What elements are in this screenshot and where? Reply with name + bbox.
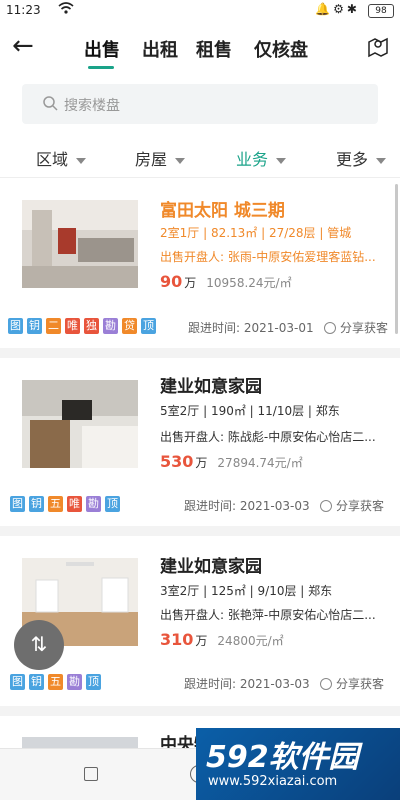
tag-badge: 二	[46, 318, 61, 334]
search-bar[interactable]: 搜索楼盘	[22, 84, 378, 124]
tag-badge: 五	[48, 674, 63, 690]
tag-badge: 唯	[67, 496, 82, 512]
filter-more[interactable]: 更多	[336, 146, 387, 170]
chevron-down-icon	[376, 157, 387, 164]
listing-title: 建业如意家园	[160, 377, 262, 397]
share-button[interactable]: 分享获客	[320, 497, 384, 514]
filter-house[interactable]: 房屋	[135, 146, 186, 170]
price-unit: 万	[195, 634, 208, 648]
recent-apps-icon[interactable]	[84, 767, 98, 781]
filter-business[interactable]: 业务	[236, 146, 287, 170]
top-nav: ← 出售 出租 租售 仅核盘	[0, 22, 400, 80]
filter-business-label: 业务	[236, 150, 269, 169]
listing-info: 5室2厅 | 190㎡ | 11/10层 | 郑东	[160, 404, 340, 418]
listing-info: 3室2厅 | 125㎡ | 9/10层 | 郑东	[160, 584, 333, 598]
chevron-down-icon	[76, 157, 87, 164]
listing-photo	[22, 380, 138, 468]
follow-up-time: 跟进时间: 2021-03-03	[184, 499, 310, 513]
listing-title: 建业如意家园	[160, 557, 262, 577]
status-icons: 🔔⚙✱	[315, 2, 360, 16]
tag-badge: 钥	[29, 496, 44, 512]
watermark-url: www.592xiazai.com	[208, 774, 338, 789]
status-bar: 11:23 🔔⚙✱ 98	[0, 0, 400, 22]
watermark-logo: 592软件园 www.592xiazai.com	[196, 728, 400, 800]
filter-bar: 区域 房屋 业务 更多	[0, 138, 400, 178]
price-unit: 万	[184, 276, 197, 290]
listing-agent: 出售开盘人: 张艳萍-中原安佑心怡店二...	[160, 608, 376, 622]
tab-rent[interactable]: 出租	[142, 36, 178, 62]
tag-list: 图 钥 五 勘 顶	[10, 674, 101, 690]
tab-sell[interactable]: 出售	[84, 36, 120, 62]
listing-agent: 出售开盘人: 陈战彪-中原安佑心怡店二...	[160, 430, 376, 444]
tag-badge: 钥	[27, 318, 42, 334]
filter-house-label: 房屋	[135, 150, 168, 169]
divider	[0, 706, 400, 716]
price-value: 530	[160, 452, 194, 471]
filter-area[interactable]: 区域	[36, 146, 87, 170]
filter-more-label: 更多	[336, 150, 369, 169]
listing-info: 2室1厅 | 82.13㎡ | 27/28层 | 管城	[160, 226, 352, 240]
tag-badge: 独	[84, 318, 99, 334]
chevron-down-icon	[276, 157, 287, 164]
share-icon	[320, 500, 332, 512]
listing-price: 530 万 27894.74元/㎡	[160, 452, 303, 471]
listing-item[interactable]: 建业如意家园 3室2厅 | 125㎡ | 9/10层 | 郑东 出售开盘人: 张…	[0, 536, 400, 706]
listing-price: 90 万 10958.24元/㎡	[160, 272, 292, 291]
back-arrow-icon[interactable]: ←	[12, 32, 42, 62]
unit-price: 24800元/㎡	[217, 634, 284, 648]
share-button[interactable]: 分享获客	[324, 319, 388, 336]
chevron-down-icon	[175, 157, 186, 164]
tag-list: 图 钥 五 唯 勘 顶	[10, 496, 120, 512]
share-icon	[324, 322, 336, 334]
swap-float-button[interactable]: ⇅	[14, 620, 64, 670]
divider	[0, 348, 400, 358]
wifi-icon	[58, 1, 74, 19]
share-label: 分享获客	[336, 499, 385, 513]
tab-verified-only[interactable]: 仅核盘	[254, 36, 308, 62]
filter-area-label: 区域	[36, 150, 69, 169]
tag-badge: 勘	[67, 674, 82, 690]
map-pin-icon[interactable]	[366, 34, 390, 58]
tag-badge: 顶	[141, 318, 156, 334]
status-time: 11:23	[6, 3, 41, 17]
unit-price: 27894.74元/㎡	[217, 456, 303, 470]
listing-price: 310 万 24800元/㎡	[160, 630, 284, 649]
search-icon	[42, 95, 58, 111]
follow-up-time: 跟进时间: 2021-03-03	[184, 677, 310, 691]
listing-item[interactable]: 建业如意家园 5室2厅 | 190㎡ | 11/10层 | 郑东 出售开盘人: …	[0, 358, 400, 524]
tag-badge: 贷	[122, 318, 137, 334]
tag-badge: 图	[10, 674, 25, 690]
tag-list: 图 钥 二 唯 独 勘 贷 顶	[8, 318, 156, 334]
tag-badge: 唯	[65, 318, 80, 334]
price-value: 90	[160, 272, 183, 291]
unit-price: 10958.24元/㎡	[206, 276, 292, 290]
listing-photo	[22, 200, 138, 288]
tag-badge: 五	[48, 496, 63, 512]
tag-badge: 图	[8, 318, 23, 334]
tag-badge: 顶	[86, 674, 101, 690]
scrollbar[interactable]	[395, 184, 398, 334]
tag-badge: 顶	[105, 496, 120, 512]
tag-badge: 勘	[103, 318, 118, 334]
tag-badge: 钥	[29, 674, 44, 690]
active-tab-indicator	[88, 66, 114, 69]
listing-agent: 出售开盘人: 张雨-中原安佑爱理客蓝钻...	[160, 250, 376, 264]
share-button[interactable]: 分享获客	[320, 675, 384, 692]
share-label: 分享获客	[336, 677, 385, 691]
share-label: 分享获客	[340, 321, 389, 335]
tag-badge: 图	[10, 496, 25, 512]
listing-title: 富田太阳 城三期	[160, 201, 285, 221]
follow-up-time: 跟进时间: 2021-03-01	[188, 321, 314, 335]
share-icon	[320, 678, 332, 690]
price-unit: 万	[195, 456, 208, 470]
listing-item[interactable]: 富田太阳 城三期 2室1厅 | 82.13㎡ | 27/28层 | 管城 出售开…	[0, 182, 400, 342]
tab-rent-sell[interactable]: 租售	[196, 36, 232, 62]
divider	[0, 526, 400, 536]
tag-badge: 勘	[86, 496, 101, 512]
price-value: 310	[160, 630, 194, 649]
battery-indicator: 98	[368, 4, 394, 18]
watermark-title: 592软件园	[206, 740, 359, 775]
search-placeholder: 搜索楼盘	[64, 98, 120, 114]
